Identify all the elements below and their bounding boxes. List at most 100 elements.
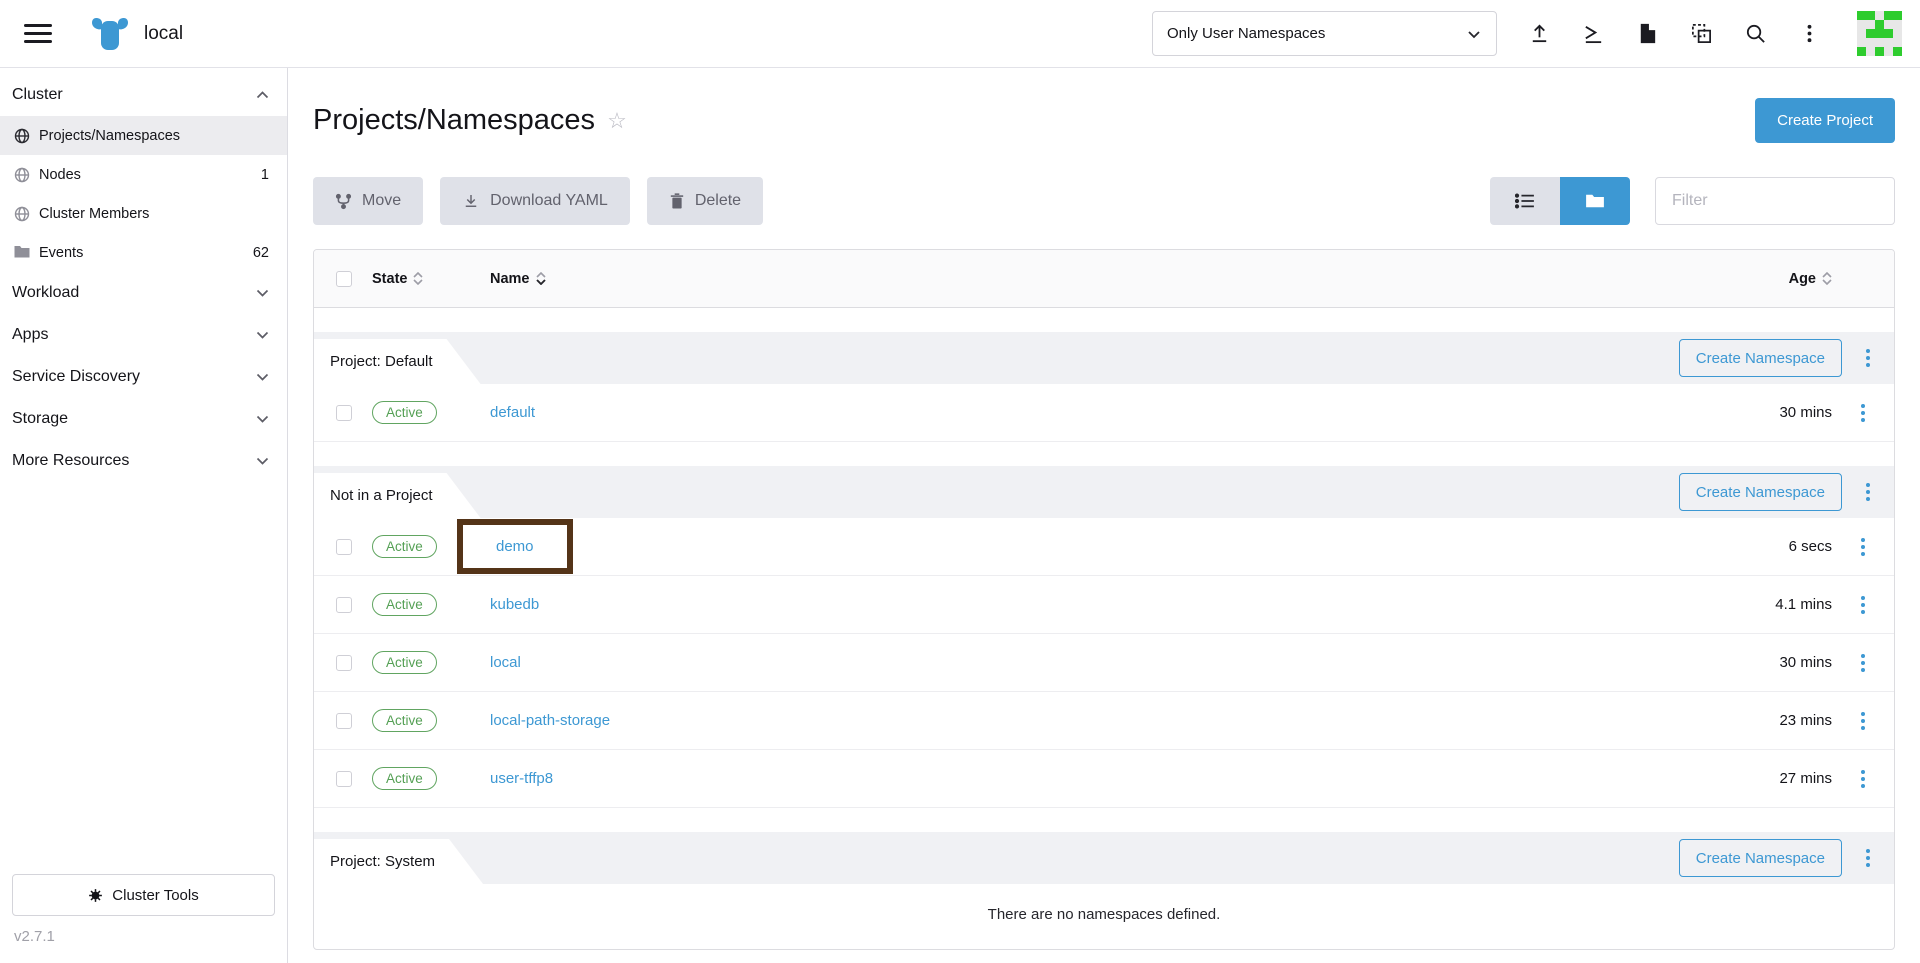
sidebar-section-storage[interactable]: Storage [0, 398, 287, 440]
cluster-name: local [144, 23, 183, 45]
filter-input[interactable] [1655, 177, 1895, 225]
namespace-link[interactable]: user-tffp8 [490, 770, 553, 787]
row-checkbox[interactable] [336, 655, 352, 671]
rancher-logo-icon[interactable] [90, 16, 130, 52]
move-button[interactable]: Move [313, 177, 423, 225]
empty-group-message: There are no namespaces defined. [314, 884, 1894, 949]
chevron-icon [256, 457, 269, 465]
row-checkbox[interactable] [336, 771, 352, 787]
sidebar-item-projects-namespaces[interactable]: Projects/Namespaces [0, 116, 287, 155]
chevron-icon [256, 373, 269, 381]
namespace-row: Active local 30 mins [314, 634, 1894, 692]
namespace-link[interactable]: demo [496, 538, 534, 555]
namespace-link[interactable]: default [490, 404, 535, 421]
table-header: State Name Age [314, 250, 1894, 308]
delete-button[interactable]: Delete [647, 177, 763, 225]
move-icon [335, 193, 352, 210]
column-header-state[interactable]: State [372, 271, 423, 287]
annotation-highlight-box: demo [457, 519, 573, 574]
namespace-filter-dropdown[interactable]: Only User Namespaces [1152, 11, 1497, 56]
row-kebab-icon[interactable] [1853, 768, 1873, 790]
sidebar-item-nodes[interactable]: Nodes 1 [0, 155, 287, 194]
create-namespace-button[interactable]: Create Namespace [1679, 473, 1842, 511]
trash-icon [669, 193, 685, 210]
namespace-link[interactable]: local [490, 654, 521, 671]
group-header: Project: System Create Namespace [314, 832, 1894, 884]
sidebar-section-label: Storage [12, 410, 68, 428]
sidebar-section-workload[interactable]: Workload [0, 272, 287, 314]
row-checkbox[interactable] [336, 405, 352, 421]
group-kebab-icon[interactable] [1858, 481, 1878, 503]
row-kebab-icon[interactable] [1853, 652, 1873, 674]
row-checkbox[interactable] [336, 539, 352, 555]
create-project-button[interactable]: Create Project [1755, 98, 1895, 143]
row-checkbox[interactable] [336, 597, 352, 613]
sidebar-item-events[interactable]: Events 62 [0, 233, 287, 272]
copy-config-icon[interactable] [1689, 22, 1713, 46]
create-namespace-button[interactable]: Create Namespace [1679, 839, 1842, 877]
row-kebab-icon[interactable] [1853, 402, 1873, 424]
list-view-icon [1515, 193, 1535, 209]
sidebar-section-label: Workload [12, 284, 79, 302]
chevron-down-icon [1466, 26, 1482, 42]
download-yaml-button[interactable]: Download YAML [440, 177, 630, 225]
cluster-tools-button[interactable]: Cluster Tools [12, 874, 275, 916]
namespace-row: Active default 30 mins [314, 384, 1894, 442]
sidebar-section-cluster[interactable]: Cluster [0, 74, 287, 116]
namespace-row: Active local-path-storage 23 mins [314, 692, 1894, 750]
sidebar-section-service-discovery[interactable]: Service Discovery [0, 356, 287, 398]
row-kebab-icon[interactable] [1853, 710, 1873, 732]
namespace-filter-value: Only User Namespaces [1167, 25, 1325, 42]
sort-icon [1822, 272, 1832, 285]
column-header-age[interactable]: Age [1789, 271, 1832, 287]
row-kebab-icon[interactable] [1853, 536, 1873, 558]
column-header-name[interactable]: Name [490, 271, 546, 287]
sidebar-section-label: More Resources [12, 452, 129, 470]
sort-icon [413, 272, 423, 285]
sidebar-item-label: Events [39, 245, 83, 261]
sidebar-section-label: Service Discovery [12, 368, 140, 386]
import-yaml-icon[interactable] [1527, 22, 1551, 46]
row-checkbox[interactable] [336, 713, 352, 729]
sidebar-item-cluster-members[interactable]: Cluster Members [0, 194, 287, 233]
state-badge: Active [372, 651, 437, 674]
list-view-button[interactable] [1490, 177, 1560, 225]
select-all-checkbox[interactable] [336, 271, 352, 287]
namespaces-table: State Name Age [313, 249, 1895, 950]
namespace-group: Project: Default Create Namespace Active… [314, 332, 1894, 442]
sidebar-item-count: 62 [253, 245, 269, 261]
search-icon[interactable] [1743, 22, 1767, 46]
namespace-row: Active demo 6 secs [314, 518, 1894, 576]
globe-icon [14, 206, 30, 222]
state-badge: Active [372, 401, 437, 424]
menu-icon[interactable] [24, 24, 52, 44]
state-badge: Active [372, 709, 437, 732]
user-avatar[interactable] [1857, 11, 1902, 56]
namespace-row: Active kubedb 4.1 mins [314, 576, 1894, 634]
row-kebab-icon[interactable] [1853, 594, 1873, 616]
header-kebab-icon[interactable] [1797, 22, 1821, 46]
namespace-link[interactable]: local-path-storage [490, 712, 610, 729]
namespace-link[interactable]: kubedb [490, 596, 539, 613]
group-kebab-icon[interactable] [1858, 347, 1878, 369]
favorite-star-icon[interactable]: ☆ [607, 108, 627, 134]
age-cell: 27 mins [1779, 770, 1832, 787]
create-namespace-button[interactable]: Create Namespace [1679, 339, 1842, 377]
folder-icon [14, 245, 30, 261]
sidebar-item-count: 1 [261, 167, 269, 183]
chevron-icon [256, 91, 269, 99]
sidebar-section-apps[interactable]: Apps [0, 314, 287, 356]
kubectl-shell-icon[interactable] [1581, 22, 1605, 46]
file-icon[interactable] [1635, 22, 1659, 46]
sidebar-section-more-resources[interactable]: More Resources [0, 440, 287, 482]
age-cell: 30 mins [1779, 654, 1832, 671]
main-content: Projects/Namespaces ☆ Create Project Mov… [288, 0, 1920, 950]
namespace-group: Project: System Create Namespace There a… [314, 832, 1894, 949]
grouped-view-button[interactable] [1560, 177, 1630, 225]
top-header: local Only User Namespaces [0, 0, 1920, 68]
gear-icon [88, 888, 103, 903]
namespace-group: Not in a Project Create Namespace Active… [314, 466, 1894, 808]
age-cell: 4.1 mins [1775, 596, 1832, 613]
group-kebab-icon[interactable] [1858, 847, 1878, 869]
view-toggle [1490, 177, 1630, 225]
